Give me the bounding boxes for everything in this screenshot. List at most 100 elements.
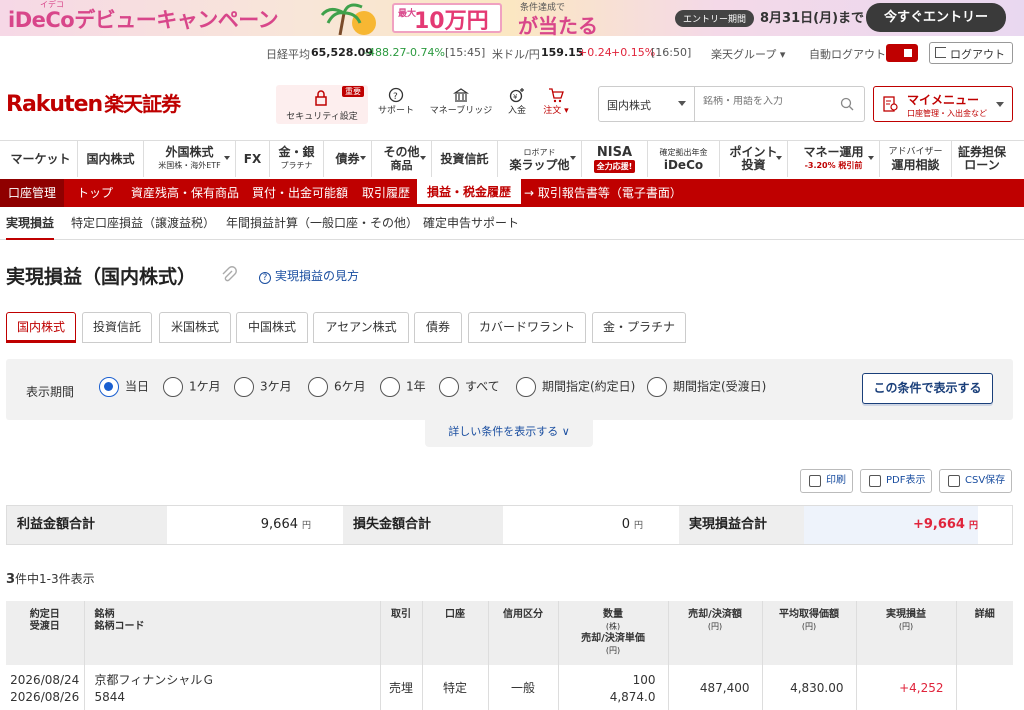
period-date: 8月31日(月)まで	[760, 11, 865, 26]
nav-robo-advisor[interactable]: ロボアド 楽ラップ他	[498, 141, 582, 177]
subtab-specific-account[interactable]: 特定口座損益（譲渡益税）	[71, 207, 215, 240]
logout-button[interactable]: ログアウト	[929, 42, 1013, 64]
mymenu-button[interactable]: マイメニュー 口座管理・入出金など	[873, 86, 1013, 122]
support-icon: ?	[388, 87, 404, 103]
svg-text:?: ?	[393, 92, 398, 102]
subtab-tax-return[interactable]: 確定申告サポート	[423, 207, 519, 240]
radio-6months[interactable]: 6ケ月	[308, 377, 366, 399]
col-security-name: 銘柄	[94, 609, 115, 620]
col-security: 銘柄 銘柄コード	[83, 601, 380, 665]
nav-mutual-funds[interactable]: 投資信託	[432, 141, 498, 177]
account-nav-head[interactable]: 口座管理	[0, 179, 65, 207]
tab-mutual-funds[interactable]: 投資信託	[82, 312, 152, 343]
search-market-select[interactable]: 国内株式	[599, 87, 695, 121]
nav-nisa[interactable]: NISA 全力応援!	[582, 141, 648, 177]
cell-avgcost: 4,830.00	[761, 665, 856, 710]
radio-all[interactable]: すべて	[439, 377, 500, 399]
show-more-conditions[interactable]: 詳しい条件を表示する ∨	[425, 420, 593, 447]
security-settings-button[interactable]: 重要 セキュリティ設定	[276, 85, 368, 124]
group-menu[interactable]: 楽天グループ ▾	[711, 46, 785, 62]
radio-1year[interactable]: 1年	[380, 377, 426, 399]
account-nav-available[interactable]: 買付・出金可能額	[252, 179, 348, 207]
paperclip-icon[interactable]	[221, 266, 237, 284]
account-nav-assets[interactable]: 資産残高・保有商品	[131, 179, 239, 207]
col-qty-unit: (株)	[605, 622, 621, 631]
profit-total-amount: 9,664	[260, 517, 298, 532]
result-text: 件中1-3件表示	[15, 572, 95, 586]
search-input[interactable]	[703, 96, 823, 107]
cell-detail[interactable]	[955, 665, 1013, 710]
nav-sublabel: 商品	[390, 159, 413, 172]
nav-bonds[interactable]: 債券	[324, 141, 372, 177]
tab-us-stocks[interactable]: 米国株式	[159, 312, 231, 343]
search-box: 国内株式	[598, 86, 865, 122]
apply-filter-button[interactable]: この条件で表示する	[862, 373, 993, 404]
subtab-annual-pl[interactable]: 年間損益計算（一般口座・その他）	[226, 207, 418, 240]
loss-total-amount: 0	[621, 517, 630, 532]
col-avgcost: 平均取得価額 (円)	[761, 601, 856, 665]
col-amount-label: 売却/決済額	[688, 609, 742, 620]
auto-logout-toggle[interactable]	[886, 44, 918, 62]
order-menu[interactable]: 注文 ▾	[521, 87, 591, 116]
sub-tabs: 実現損益 特定口座損益（譲渡益税） 年間損益計算（一般口座・その他） 確定申告サ…	[0, 207, 1024, 240]
nav-foreign-stocks[interactable]: 外国株式 米国株・海外ETF	[144, 141, 236, 177]
subtab-realized-pl[interactable]: 実現損益	[6, 207, 55, 240]
pdf-button[interactable]: PDF表示	[860, 469, 933, 493]
nav-gold-silver[interactable]: 金・銀 プラチナ	[270, 141, 324, 177]
nav-securities-loan[interactable]: 証券担保 ローン	[952, 141, 1012, 177]
account-nav-pl-tax[interactable]: 損益・税金履歴	[417, 179, 522, 207]
page-title: 実現損益（国内株式）	[6, 266, 197, 288]
radio-3months[interactable]: 3ケ月	[234, 377, 292, 399]
search-icon[interactable]	[840, 97, 854, 111]
mymenu-subtitle: 口座管理・入出金など	[907, 109, 987, 118]
nav-label: 国内株式	[86, 151, 135, 166]
nav-money-management[interactable]: マネー運用 -3.20% 税引前	[788, 141, 880, 177]
palm-tree-icon	[320, 3, 376, 35]
nav-ideco[interactable]: 確定拠出年金 iDeCo	[648, 141, 720, 177]
radio-range-settle-date[interactable]: 期間指定(受渡日)	[647, 377, 766, 399]
radio-today[interactable]: 当日	[99, 377, 149, 399]
rakuten-logo[interactable]: Rakuten 楽天証券	[6, 88, 181, 117]
cart-icon	[549, 88, 564, 103]
csv-icon	[948, 475, 960, 487]
nav-fx[interactable]: FX	[236, 141, 270, 177]
radio-1month[interactable]: 1ケ月	[163, 377, 221, 399]
account-nav-reports[interactable]: → 取引報告書等（電子書面）	[524, 179, 682, 207]
nav-other-products[interactable]: その他 商品	[372, 141, 432, 177]
nav-domestic-stocks[interactable]: 国内株式	[78, 141, 144, 177]
help-link[interactable]: ? 実現損益の見方	[259, 267, 359, 284]
entry-button[interactable]: 今すぐエントリー	[866, 3, 1006, 32]
csv-label: CSV保存	[965, 475, 1006, 486]
printer-icon	[809, 475, 821, 487]
help-link-label: 実現損益の見方	[275, 269, 360, 283]
account-nav-history[interactable]: 取引履歴	[362, 179, 410, 207]
tab-covered-warrant[interactable]: カバードワラント	[468, 312, 586, 343]
tab-bonds[interactable]: 債券	[414, 312, 462, 343]
nav-label: NISA	[596, 144, 633, 160]
print-button[interactable]: 印刷	[800, 469, 853, 493]
profit-total-value: 9,664 円	[167, 506, 311, 544]
nav-advisor[interactable]: アドバイザー 運用相談	[880, 141, 952, 177]
result-total: 3	[6, 572, 16, 587]
logo-en: Rakuten	[6, 92, 103, 117]
campaign-banner[interactable]: イデコ iDeCoデビューキャンペーン 最大 10万円 条件達成で が当たる エ…	[0, 0, 1024, 36]
cell-account: 特定	[421, 665, 488, 710]
col-trade-date: 約定日	[29, 609, 60, 620]
security-name[interactable]: 京都フィナンシャルＧ	[95, 673, 215, 687]
account-nav-top[interactable]: トップ	[77, 179, 113, 207]
loss-total-label: 損失金額合計	[343, 506, 503, 544]
tab-china-stocks[interactable]: 中国株式	[236, 312, 308, 343]
nav-market[interactable]: マーケット	[4, 141, 78, 177]
radio-range-trade-date[interactable]: 期間指定(約定日)	[516, 377, 635, 399]
tab-domestic-stocks[interactable]: 国内株式	[6, 312, 76, 343]
support-button[interactable]: ? サポート	[361, 87, 431, 116]
tab-asean-stocks[interactable]: アセアン株式	[313, 312, 409, 343]
radio-button-icon	[516, 377, 536, 397]
chevron-down-icon	[776, 156, 782, 163]
banner-atari: が当たる	[518, 14, 598, 36]
tab-gold-platinum[interactable]: 金・プラチナ	[592, 312, 686, 343]
csv-button[interactable]: CSV保存	[939, 469, 1013, 493]
nav-label-2: 投資	[741, 158, 766, 172]
order-label: 注文 ▾	[543, 106, 569, 116]
nav-point-investment[interactable]: ポイント 投資	[720, 141, 788, 177]
